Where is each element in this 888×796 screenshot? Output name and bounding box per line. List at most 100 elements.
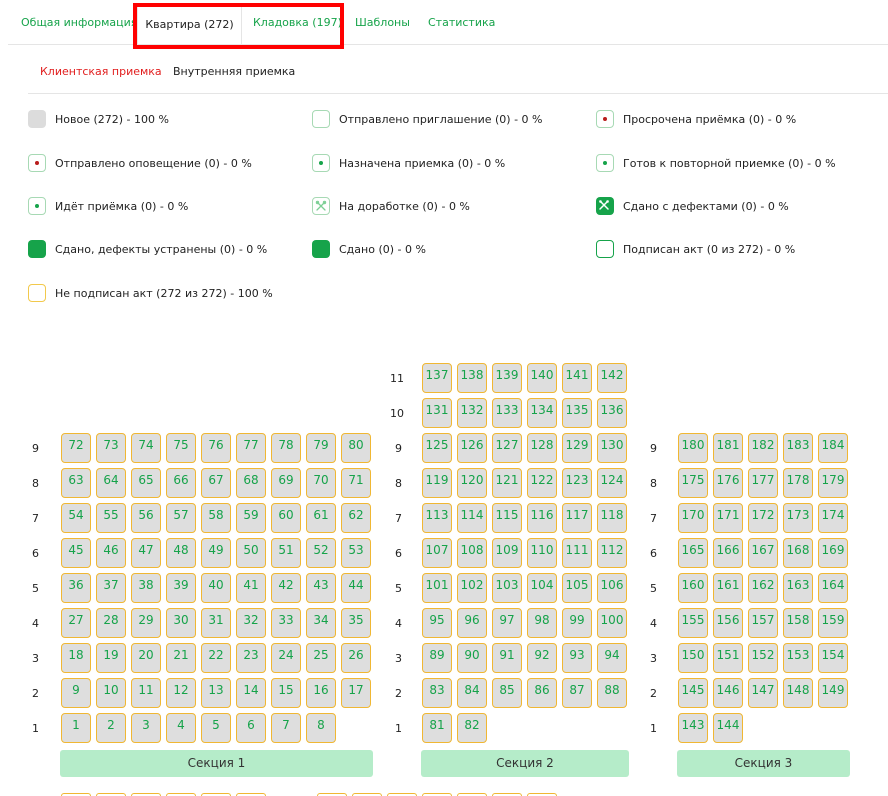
unit-cell[interactable]: 51 (271, 538, 301, 568)
unit-cell[interactable]: 136 (597, 398, 627, 428)
unit-cell[interactable]: 93 (562, 643, 592, 673)
unit-cell[interactable]: 94 (597, 643, 627, 673)
unit-cell[interactable]: 123 (562, 468, 592, 498)
unit-cell[interactable]: 76 (201, 433, 231, 463)
unit-cell[interactable]: 60 (271, 503, 301, 533)
unit-cell[interactable]: 80 (341, 433, 371, 463)
unit-cell[interactable]: 19 (96, 643, 126, 673)
unit-cell[interactable]: 115 (492, 503, 522, 533)
tab-templates[interactable]: Шаблоны (355, 0, 410, 46)
unit-cell[interactable]: 102 (457, 573, 487, 603)
unit-cell[interactable]: 89 (422, 643, 452, 673)
unit-cell[interactable]: 114 (457, 503, 487, 533)
unit-cell[interactable]: 169 (818, 538, 848, 568)
unit-cell[interactable]: 146 (713, 678, 743, 708)
unit-cell[interactable]: 37 (96, 573, 126, 603)
unit-cell[interactable]: 148 (783, 678, 813, 708)
unit-cell[interactable]: 90 (457, 643, 487, 673)
unit-cell[interactable]: 122 (527, 468, 557, 498)
unit-cell[interactable]: 7 (271, 713, 301, 743)
unit-cell[interactable]: 182 (748, 433, 778, 463)
unit-cell[interactable]: 181 (713, 433, 743, 463)
unit-cell[interactable]: 112 (597, 538, 627, 568)
unit-cell[interactable]: 14 (236, 678, 266, 708)
unit-cell[interactable]: 49 (201, 538, 231, 568)
unit-cell[interactable]: 68 (236, 468, 266, 498)
tab-storage[interactable]: Кладовка (197) (253, 0, 342, 46)
unit-cell[interactable]: 67 (201, 468, 231, 498)
unit-cell[interactable]: 95 (422, 608, 452, 638)
unit-cell[interactable]: 164 (818, 573, 848, 603)
unit-cell[interactable]: 34 (306, 608, 336, 638)
unit-cell[interactable]: 78 (271, 433, 301, 463)
unit-cell[interactable]: 165 (678, 538, 708, 568)
unit-cell[interactable]: 52 (306, 538, 336, 568)
unit-cell[interactable]: 135 (562, 398, 592, 428)
unit-cell[interactable]: 6 (236, 713, 266, 743)
unit-cell[interactable]: 152 (748, 643, 778, 673)
unit-cell[interactable]: 33 (271, 608, 301, 638)
unit-cell[interactable]: 38 (131, 573, 161, 603)
unit-cell[interactable]: 157 (748, 608, 778, 638)
unit-cell[interactable]: 92 (527, 643, 557, 673)
unit-cell[interactable]: 109 (492, 538, 522, 568)
unit-cell[interactable]: 83 (422, 678, 452, 708)
unit-cell[interactable]: 35 (341, 608, 371, 638)
unit-cell[interactable]: 40 (201, 573, 231, 603)
subtab-client-acceptance[interactable]: Клиентская приемка (40, 65, 162, 78)
unit-cell[interactable]: 5 (201, 713, 231, 743)
unit-cell[interactable]: 26 (341, 643, 371, 673)
unit-cell[interactable]: 87 (562, 678, 592, 708)
unit-cell[interactable]: 142 (597, 363, 627, 393)
section-label[interactable]: Секция 2 (421, 750, 629, 777)
unit-cell[interactable]: 174 (818, 503, 848, 533)
unit-cell[interactable]: 107 (422, 538, 452, 568)
unit-cell[interactable]: 88 (597, 678, 627, 708)
unit-cell[interactable]: 75 (166, 433, 196, 463)
unit-cell[interactable]: 97 (492, 608, 522, 638)
unit-cell[interactable]: 121 (492, 468, 522, 498)
unit-cell[interactable]: 170 (678, 503, 708, 533)
unit-cell[interactable]: 4 (166, 713, 196, 743)
unit-cell[interactable]: 47 (131, 538, 161, 568)
unit-cell[interactable]: 179 (818, 468, 848, 498)
unit-cell[interactable]: 166 (713, 538, 743, 568)
unit-cell[interactable]: 85 (492, 678, 522, 708)
unit-cell[interactable]: 139 (492, 363, 522, 393)
unit-cell[interactable]: 77 (236, 433, 266, 463)
unit-cell[interactable]: 18 (61, 643, 91, 673)
unit-cell[interactable]: 178 (783, 468, 813, 498)
unit-cell[interactable]: 9 (61, 678, 91, 708)
unit-cell[interactable]: 24 (271, 643, 301, 673)
unit-cell[interactable]: 42 (271, 573, 301, 603)
unit-cell[interactable]: 48 (166, 538, 196, 568)
unit-cell[interactable]: 70 (306, 468, 336, 498)
unit-cell[interactable]: 150 (678, 643, 708, 673)
unit-cell[interactable]: 129 (562, 433, 592, 463)
unit-cell[interactable]: 41 (236, 573, 266, 603)
unit-cell[interactable]: 155 (678, 608, 708, 638)
unit-cell[interactable]: 96 (457, 608, 487, 638)
unit-cell[interactable]: 105 (562, 573, 592, 603)
unit-cell[interactable]: 154 (818, 643, 848, 673)
unit-cell[interactable]: 23 (236, 643, 266, 673)
unit-cell[interactable]: 127 (492, 433, 522, 463)
unit-cell[interactable]: 20 (131, 643, 161, 673)
unit-cell[interactable]: 140 (527, 363, 557, 393)
unit-cell[interactable]: 45 (61, 538, 91, 568)
unit-cell[interactable]: 106 (597, 573, 627, 603)
unit-cell[interactable]: 82 (457, 713, 487, 743)
unit-cell[interactable]: 3 (131, 713, 161, 743)
unit-cell[interactable]: 147 (748, 678, 778, 708)
unit-cell[interactable]: 103 (492, 573, 522, 603)
unit-cell[interactable]: 108 (457, 538, 487, 568)
unit-cell[interactable]: 100 (597, 608, 627, 638)
unit-cell[interactable]: 65 (131, 468, 161, 498)
unit-cell[interactable]: 36 (61, 573, 91, 603)
tab-apartment[interactable]: Квартира (272) (137, 3, 242, 45)
unit-cell[interactable]: 143 (678, 713, 708, 743)
unit-cell[interactable]: 124 (597, 468, 627, 498)
unit-cell[interactable]: 99 (562, 608, 592, 638)
unit-cell[interactable]: 55 (96, 503, 126, 533)
unit-cell[interactable]: 117 (562, 503, 592, 533)
